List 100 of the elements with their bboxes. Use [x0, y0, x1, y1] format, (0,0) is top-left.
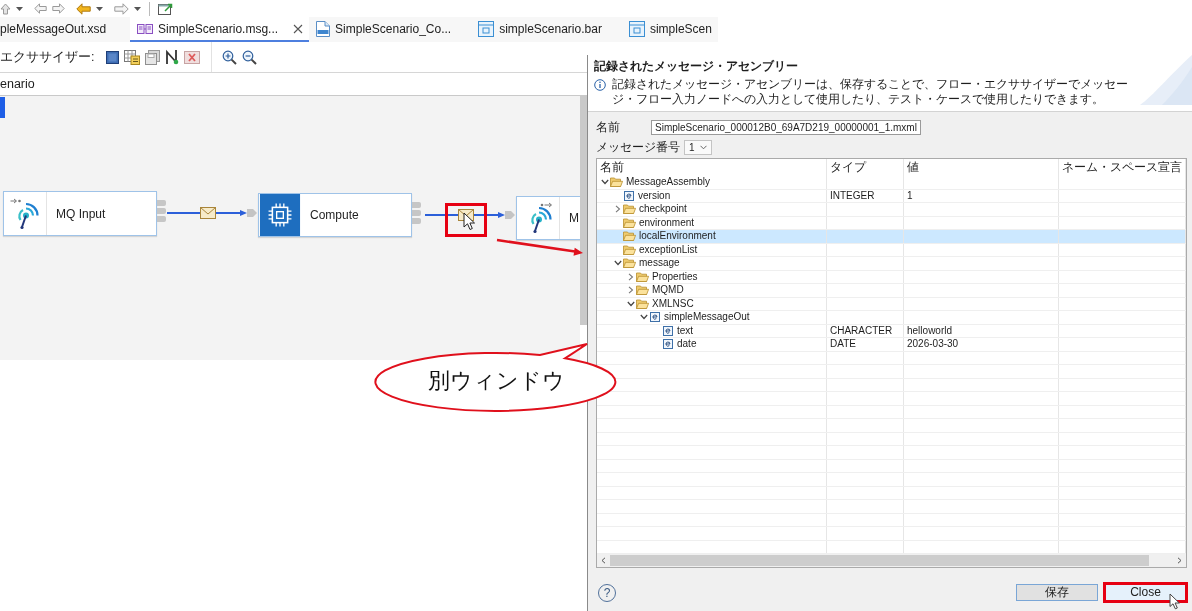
tree-row[interactable]: text CHARACTER helloworld [597, 324, 1186, 338]
message-number-dropdown[interactable]: 1 [684, 139, 712, 155]
chevron-right-icon[interactable] [614, 205, 621, 214]
dialog-title: 記録されたメッセージ・アセンブリー [594, 59, 799, 73]
column-header[interactable]: タイプ [827, 159, 904, 176]
tree-item-label: MessageAssembly [626, 176, 710, 189]
connector-icon[interactable] [165, 49, 180, 65]
toolbar-label: エクササイザー: [0, 48, 95, 66]
left-arrow-icon[interactable] [76, 2, 91, 15]
name-label: 名前 [596, 118, 621, 136]
column-header[interactable]: ネーム・スペース宣言 [1059, 159, 1186, 176]
tree-item-label: checkpoint [639, 203, 687, 216]
editor-tab[interactable]: pleMessageOut.xsd [0, 17, 131, 42]
node-label: Compute [310, 208, 359, 222]
chevron-right-icon[interactable] [627, 286, 634, 295]
tree-row[interactable]: exceptionList [597, 243, 1186, 257]
tree-item-label: version [638, 189, 671, 202]
element-icon [663, 339, 673, 350]
tree-item-label: date [677, 338, 697, 351]
chevron-right-icon[interactable] [627, 272, 634, 281]
caret-icon[interactable] [134, 6, 141, 11]
tree-row[interactable]: simpleMessageOut [597, 311, 1186, 325]
chip-icon [259, 194, 301, 236]
zoom-out-icon[interactable] [242, 49, 258, 65]
zoom-in-icon[interactable] [222, 49, 238, 65]
breadcrumb-text[interactable]: enario [0, 77, 35, 91]
chevron-down-icon[interactable] [613, 260, 622, 267]
tree-item-label: message [639, 257, 680, 270]
flow-node[interactable]: M [516, 196, 580, 240]
editor-tab[interactable]: SimpleScenario_Co... [309, 17, 472, 42]
chevron-right-icon[interactable] [1177, 557, 1182, 564]
info-text: 記録されたメッセージ・アセンブリーは、保存することで、フロー・エクササイザーでメッセージ・フロー入力ノードへの入力として使用したり、テスト・ケースで使用したりできます。 [612, 77, 1129, 107]
tree-item-label: MQMD [652, 284, 684, 297]
tree-item-label: simpleMessageOut [664, 311, 750, 324]
type-label: INTEGER [830, 189, 875, 202]
tree-row[interactable]: checkpoint [597, 203, 1186, 217]
close-icon[interactable] [293, 23, 304, 34]
editor-tab[interactable]: simpleScen [621, 17, 732, 42]
flow-node[interactable]: Compute [258, 193, 412, 237]
tree-row[interactable]: XMLNSC [597, 297, 1186, 311]
chevron-down-icon[interactable] [639, 314, 648, 321]
table-icon[interactable] [124, 49, 141, 65]
editor-tab[interactable]: SimpleScenario.msg... [130, 17, 310, 42]
tree-item-label: environment [639, 216, 695, 229]
cursor-icon [463, 212, 476, 231]
horizontal-scrollbar[interactable] [597, 554, 1186, 567]
tree-item-label: Properties [652, 270, 698, 283]
value-label: 2026-03-30 [907, 338, 959, 351]
element-icon [663, 325, 673, 336]
value-label: helloworld [907, 324, 953, 337]
up-arrow-icon[interactable] [0, 2, 11, 15]
folder-icon [623, 258, 636, 269]
folder-icon [623, 244, 636, 255]
tree-item-label: localEnvironment [639, 230, 716, 243]
tree-row[interactable]: localEnvironment [597, 230, 1186, 244]
right-arrow-icon[interactable] [114, 2, 129, 15]
right-arrow-icon[interactable] [52, 3, 65, 14]
message-number-label: メッセージ番号 [596, 138, 681, 156]
caret-icon[interactable] [16, 6, 23, 11]
window-icon[interactable] [158, 2, 173, 15]
tree-row[interactable]: MQMD [597, 284, 1186, 298]
folder-icon [636, 271, 649, 282]
folder-icon [623, 231, 636, 242]
tree-row[interactable]: date DATE 2026-03-30 [597, 338, 1186, 352]
antenna-icon [10, 197, 40, 230]
dialog-button[interactable]: Close [1103, 582, 1188, 603]
editor-tab[interactable]: simpleScenario.bar [471, 17, 622, 42]
connection-arrow[interactable] [425, 210, 515, 220]
scrollbar-thumb[interactable] [610, 555, 1149, 566]
dialog-button[interactable]: 保存 [1016, 584, 1098, 601]
tree-row[interactable]: message [597, 257, 1186, 271]
tree-row[interactable]: version INTEGER 1 [597, 189, 1186, 203]
element-icon [650, 312, 660, 323]
caret-icon[interactable] [96, 6, 103, 11]
folder-icon [623, 204, 636, 215]
tree-row[interactable]: MessageAssembly [597, 176, 1186, 190]
chevron-left-icon[interactable] [601, 557, 606, 564]
tree-row[interactable]: Properties [597, 270, 1186, 284]
value-label: 1 [907, 189, 913, 202]
type-label: DATE [830, 338, 856, 351]
document-icon [316, 20, 331, 37]
connection-arrow[interactable] [167, 208, 257, 218]
tree-item-label: text [677, 324, 694, 337]
column-header[interactable]: 名前 [597, 159, 827, 176]
name-field[interactable]: SimpleScenario_000012B0_69A7D219_00000001_1.mxml [651, 119, 921, 135]
folder-icon [610, 177, 623, 188]
column-header[interactable]: 値 [904, 159, 1059, 176]
chevron-down-icon[interactable] [626, 300, 635, 307]
chevron-down-icon[interactable] [600, 179, 609, 186]
flow-file-icon [137, 22, 154, 35]
element-icon [624, 190, 634, 201]
node-label: M [569, 211, 579, 225]
info-icon [594, 79, 606, 91]
left-arrow-icon[interactable] [34, 3, 47, 14]
folder-icon [623, 217, 636, 228]
chevron-down-icon [699, 144, 707, 150]
flow-node[interactable]: MQ Input [3, 191, 157, 236]
delete-icon[interactable] [184, 50, 201, 64]
cursor-icon [1169, 593, 1181, 610]
stop-icon[interactable] [106, 50, 120, 64]
